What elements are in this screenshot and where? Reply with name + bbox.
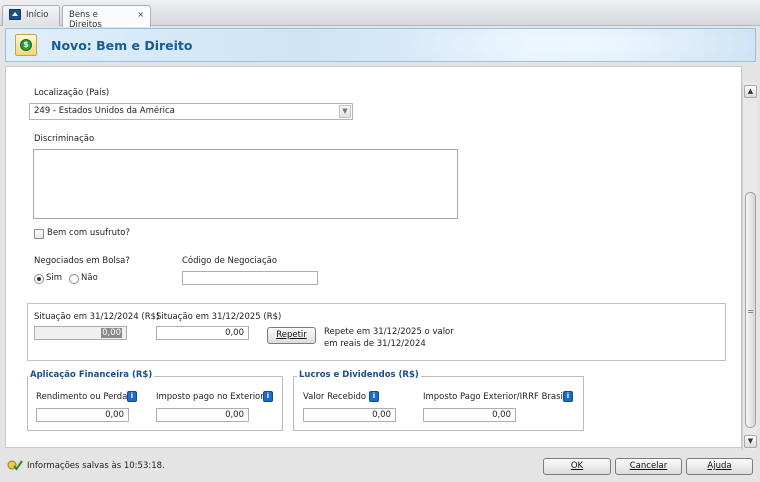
bolsa-sim-label: Sim xyxy=(46,273,63,283)
saved-check-icon xyxy=(7,460,23,471)
codigo-label: Código de Negociação xyxy=(182,256,278,266)
imposto-irrf-input[interactable]: 0,00 xyxy=(423,408,516,422)
vertical-scrollbar[interactable]: ▲ ▼ xyxy=(742,82,757,450)
imposto-irrf-label: Imposto Pago Exterior/IRRF Brasil xyxy=(423,392,566,402)
bolsa-sim-radio[interactable] xyxy=(34,274,44,284)
page-header: $ Novo: Bem e Direito xyxy=(5,28,756,62)
scroll-up-button[interactable]: ▲ xyxy=(744,85,757,98)
info-icon[interactable]: i xyxy=(127,391,137,402)
situacao-2024-input[interactable]: 0,00 xyxy=(34,326,127,340)
info-icon[interactable]: i xyxy=(263,391,273,402)
help-label: Ajuda xyxy=(707,461,732,471)
status-text: Informações salvas às 10:53:18. xyxy=(27,461,165,471)
aplicacao-fieldset xyxy=(27,376,283,431)
scroll-grip xyxy=(748,310,753,313)
header-decoration xyxy=(375,29,755,61)
money-document-icon: $ xyxy=(15,34,37,56)
repetir-button[interactable]: Repetir xyxy=(267,327,316,344)
localizacao-value: 249 - Estados Unidos da América xyxy=(34,106,175,116)
situacao-2025-input[interactable]: 0,00 xyxy=(156,326,249,340)
help-button[interactable]: Ajuda xyxy=(686,458,753,475)
tab-inicio[interactable]: Início xyxy=(2,5,60,26)
page-title: Novo: Bem e Direito xyxy=(51,38,193,53)
rendimento-input[interactable]: 0,00 xyxy=(36,408,129,422)
home-icon xyxy=(9,9,21,20)
repetir-label: Repetir xyxy=(276,330,307,340)
ok-label: OK xyxy=(570,461,584,471)
tab-inicio-label: Início xyxy=(26,10,49,20)
bolsa-nao-radio[interactable] xyxy=(69,274,79,284)
imposto-exterior-label: Imposto pago no Exterior xyxy=(156,392,264,402)
info-icon[interactable]: i xyxy=(369,391,379,402)
cancel-label: Cancelar xyxy=(629,461,668,471)
discriminacao-textarea[interactable] xyxy=(33,149,458,219)
localizacao-select[interactable]: 249 - Estados Unidos da América ▼ xyxy=(29,103,353,120)
scroll-thumb[interactable] xyxy=(745,192,756,428)
tab-bens-e-direitos[interactable]: Bens e Direitos × xyxy=(62,5,151,30)
tab-bens-label: Bens e Direitos xyxy=(69,10,102,30)
situacao-2024-value: 0,00 xyxy=(101,328,122,338)
imposto-exterior-input[interactable]: 0,00 xyxy=(156,408,249,422)
discriminacao-label: Discriminação xyxy=(34,134,95,144)
close-icon[interactable]: × xyxy=(137,10,144,19)
bolsa-label: Negociados em Bolsa? xyxy=(34,256,130,266)
scroll-down-button[interactable]: ▼ xyxy=(744,435,757,448)
valor-recebido-input[interactable]: 0,00 xyxy=(303,408,396,422)
cancel-button[interactable]: Cancelar xyxy=(615,458,682,475)
aplicacao-legend: Aplicação Financeira (R$) xyxy=(28,370,155,380)
bolsa-nao-label: Não xyxy=(81,273,98,283)
repete-text-line1: Repete em 31/12/2025 o valor xyxy=(324,327,454,337)
lucros-fieldset xyxy=(293,376,584,431)
usufruto-checkbox[interactable] xyxy=(34,229,44,239)
rendimento-label: Rendimento ou Perda xyxy=(36,392,128,402)
localizacao-label: Localização (País) xyxy=(34,88,110,98)
codigo-input[interactable] xyxy=(182,271,318,285)
chevron-down-icon[interactable]: ▼ xyxy=(339,105,351,118)
lucros-legend: Lucros e Dividendos (R$) xyxy=(297,370,421,380)
usufruto-label: Bem com usufruto? xyxy=(47,228,131,238)
repete-text-line2: em reais de 31/12/2024 xyxy=(324,339,426,349)
valor-recebido-label: Valor Recebido xyxy=(303,392,367,402)
situacao-2025-label: Situação em 31/12/2025 (R$) xyxy=(156,312,282,322)
info-icon[interactable]: i xyxy=(563,391,573,402)
ok-button[interactable]: OK xyxy=(543,458,611,475)
situacao-2024-label: Situação em 31/12/2024 (R$) xyxy=(34,312,160,322)
